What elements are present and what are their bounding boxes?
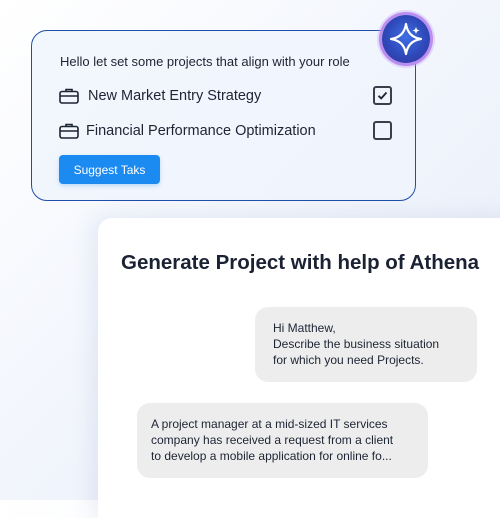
briefcase-icon — [59, 88, 79, 104]
message-line: to develop a mobile application for onli… — [151, 449, 392, 463]
message-line: Hi Matthew, — [273, 321, 336, 335]
project-option-new-market-entry[interactable]: New Market Entry Strategy — [59, 85, 393, 107]
suggest-tasks-button[interactable]: Suggest Taks — [59, 155, 160, 184]
project-checkbox-unchecked[interactable] — [373, 121, 392, 140]
project-suggestion-card: Hello let set some projects that align w… — [31, 30, 416, 201]
project-option-label: Financial Performance Optimization — [86, 123, 316, 139]
project-option-financial-performance[interactable]: Financial Performance Optimization — [59, 120, 393, 142]
project-checkbox-checked[interactable] — [373, 86, 392, 105]
user-message-bubble: A project manager at a mid-sized IT serv… — [137, 403, 428, 478]
message-line: Describe the business situation — [273, 337, 440, 351]
briefcase-icon — [59, 123, 79, 139]
message-line: A project manager at a mid-sized IT serv… — [151, 417, 388, 431]
project-option-label: New Market Entry Strategy — [88, 88, 262, 104]
sparkle-icon — [389, 22, 423, 56]
chat-title: Generate Project with help of Athena — [121, 251, 480, 274]
chat-panel: Generate Project with help of Athena Hi … — [98, 218, 500, 518]
message-line: company has received a request from a cl… — [151, 433, 394, 447]
assistant-message-bubble: Hi Matthew, Describe the business situat… — [255, 307, 477, 382]
athena-assistant-badge[interactable] — [382, 15, 430, 63]
card-greeting: Hello let set some projects that align w… — [60, 54, 350, 69]
checkmark-icon — [377, 91, 388, 100]
message-line: for which you need Projects. — [273, 353, 424, 367]
